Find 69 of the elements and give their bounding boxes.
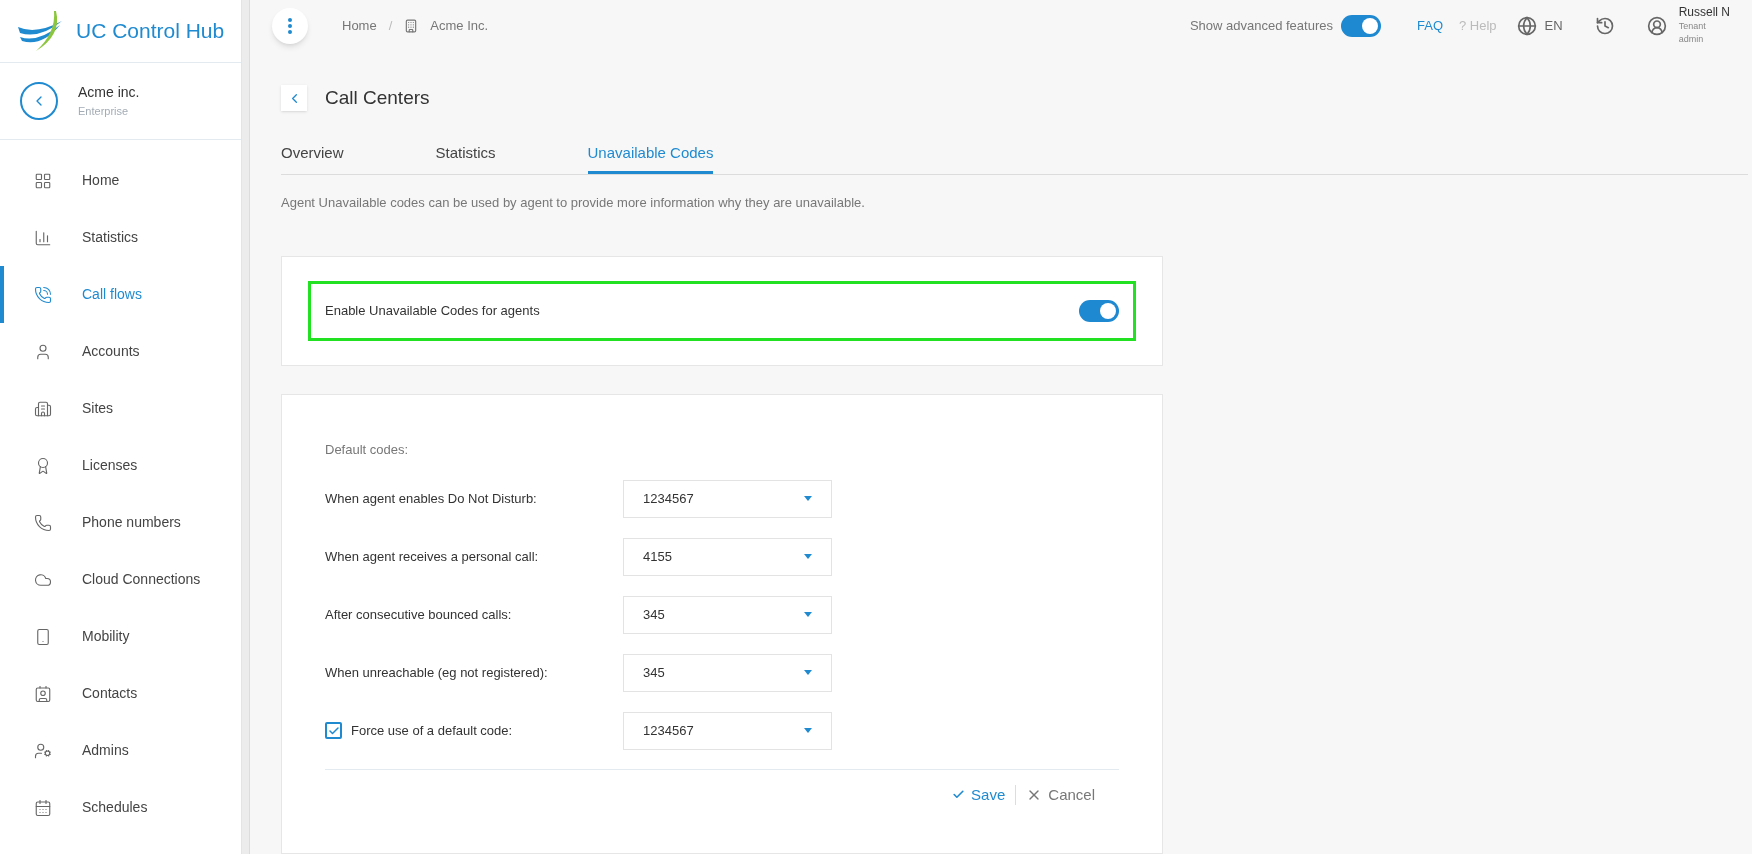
building-icon — [404, 19, 419, 33]
caret-icon — [804, 496, 812, 501]
user-icon — [1646, 16, 1667, 36]
sidebar-item-icon — [34, 285, 52, 304]
sidebar-item-icon — [34, 798, 52, 817]
caret-icon — [804, 728, 812, 733]
advanced-features-label: Show advanced features — [1189, 17, 1333, 36]
tab[interactable]: Unavailable Codes — [587, 136, 714, 174]
sidebar-item[interactable]: Admins — [0, 722, 241, 779]
app-title: UC Control Hub — [76, 18, 225, 45]
field-label: Force use of a default code: — [351, 721, 513, 740]
sidebar-item[interactable]: Cloud Connections — [0, 551, 241, 608]
tab[interactable]: Statistics — [435, 136, 496, 174]
sidebar-item[interactable]: Accounts — [0, 323, 241, 380]
caret-icon — [804, 612, 812, 617]
organization-name: Acme inc. — [78, 83, 140, 103]
breadcrumb-separator: / — [388, 17, 393, 36]
sidebar-item[interactable]: Mobility — [0, 608, 241, 665]
scrollbar[interactable] — [242, 0, 250, 854]
page-title: Call Centers — [325, 86, 430, 110]
sidebar-item-icon — [34, 627, 52, 646]
toggle-switch[interactable] — [1341, 15, 1381, 37]
field-label: After consecutive bounced calls: — [325, 605, 512, 624]
organization-type: Enterprise — [78, 104, 130, 120]
field-label: When agent enables Do Not Disturb: — [325, 489, 537, 508]
menu-button[interactable] — [272, 8, 308, 44]
sidebar-item-icon — [34, 399, 52, 418]
sidebar-item[interactable]: Sites — [0, 380, 241, 437]
save-button[interactable]: Save — [952, 783, 1006, 806]
sidebar-item[interactable]: Statistics — [0, 209, 241, 266]
setting-label: Enable Unavailable Codes for agents — [325, 302, 540, 321]
sidebar-item-icon — [34, 684, 52, 703]
user-role: Tenant admin — [1678, 20, 1707, 46]
code-dropdown[interactable]: 4155 — [623, 537, 832, 576]
cancel-button[interactable]: Cancel — [1026, 783, 1095, 806]
sidebar-item[interactable]: Licenses — [0, 437, 241, 494]
field-label: When agent receives a personal call: — [325, 547, 539, 566]
back-button[interactable] — [281, 85, 307, 112]
language-selector[interactable]: EN — [1544, 16, 1563, 36]
faq-link[interactable]: FAQ — [1417, 16, 1443, 36]
user-name: Russell N — [1678, 4, 1730, 20]
toggle-switch[interactable] — [1079, 300, 1119, 322]
description: Agent Unavailable codes can be used by agent to provide more information why they are unavailable. — [281, 193, 866, 212]
field-label: When unreachable (eg not registered): — [325, 663, 548, 682]
breadcrumb-link[interactable]: Home — [342, 16, 377, 36]
back-button[interactable] — [20, 82, 58, 120]
tab[interactable]: Overview — [281, 136, 344, 174]
checkbox[interactable] — [325, 722, 342, 739]
globe-icon — [1516, 16, 1537, 36]
sidebar-item-icon — [34, 228, 52, 247]
sidebar-item-icon — [34, 513, 52, 532]
sidebar-item[interactable]: Schedules — [0, 779, 241, 836]
history-icon — [1594, 16, 1615, 36]
code-dropdown[interactable]: 345 — [623, 595, 832, 634]
sidebar-item-icon — [34, 171, 52, 190]
sidebar-item-icon — [34, 342, 52, 361]
code-dropdown[interactable]: 345 — [623, 653, 832, 692]
sidebar-item[interactable]: Phone numbers — [0, 494, 241, 551]
caret-icon — [804, 554, 812, 559]
section-heading: Default codes: — [325, 441, 410, 459]
code-dropdown[interactable]: 1234567 — [623, 479, 832, 518]
sidebar-item[interactable]: Home — [0, 152, 241, 209]
code-dropdown[interactable]: 1234567 — [623, 711, 832, 750]
breadcrumb-current: Acme Inc. — [430, 17, 489, 36]
sidebar-item[interactable]: Contacts — [0, 665, 241, 722]
check-icon — [327, 724, 340, 737]
caret-icon — [804, 670, 812, 675]
sidebar-item-icon — [34, 741, 52, 760]
menu-icon — [288, 18, 292, 34]
